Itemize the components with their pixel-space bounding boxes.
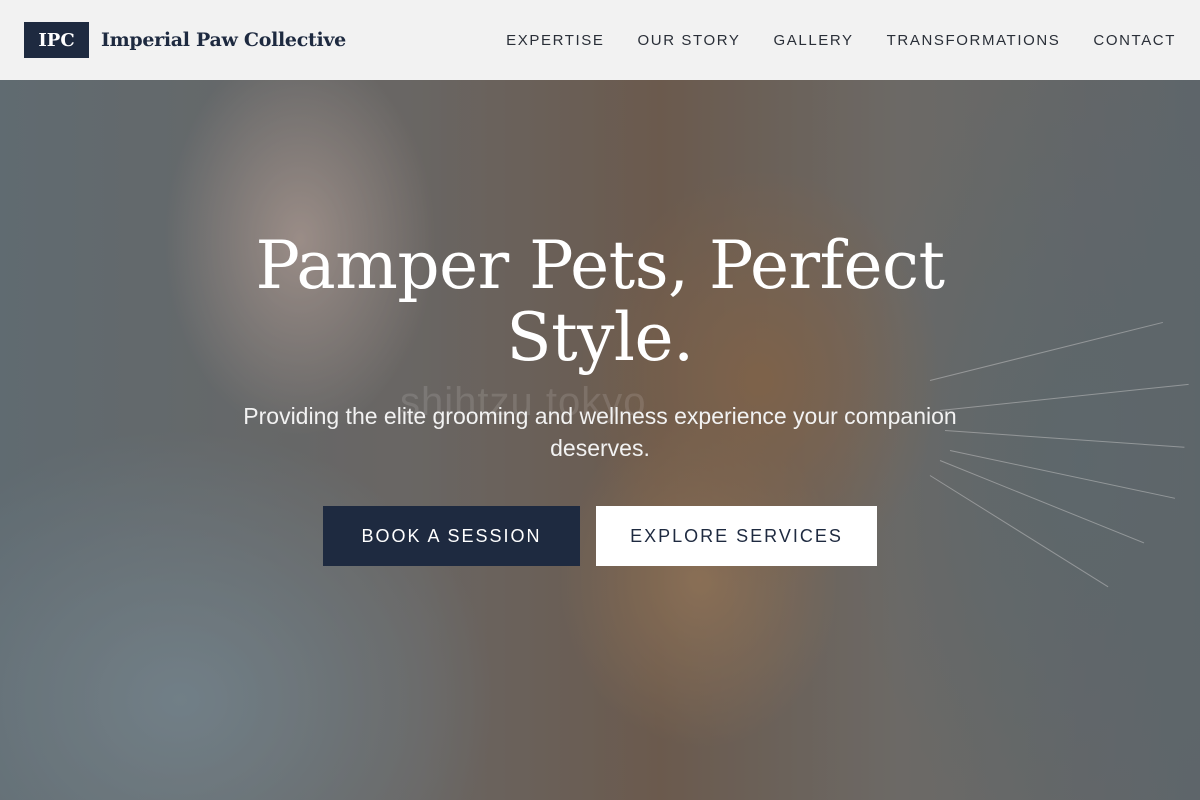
hero-content: Pamper Pets, Perfect Style. Providing th…: [0, 230, 1200, 566]
nav-link-our-story[interactable]: OUR STORY: [638, 32, 741, 49]
hero-actions: BOOK A SESSION EXPLORE SERVICES: [0, 506, 1200, 566]
hero-subtitle: Providing the elite grooming and wellnes…: [243, 403, 957, 461]
brand-logo[interactable]: IPC: [24, 22, 89, 58]
nav-link-contact[interactable]: CONTACT: [1093, 32, 1176, 49]
nav-link-gallery[interactable]: GALLERY: [774, 32, 854, 49]
nav-link-expertise[interactable]: EXPERTISE: [506, 32, 604, 49]
explore-services-button[interactable]: EXPLORE SERVICES: [596, 506, 877, 566]
site-header: IPC Imperial Paw Collective EXPERTISE OU…: [0, 0, 1200, 80]
nav-link-transformations[interactable]: TRANSFORMATIONS: [887, 32, 1061, 49]
book-session-button[interactable]: BOOK A SESSION: [323, 506, 580, 566]
brand-name[interactable]: Imperial Paw Collective: [101, 29, 346, 51]
hero-title: Pamper Pets, Perfect Style.: [255, 227, 945, 376]
brand[interactable]: IPC Imperial Paw Collective: [24, 22, 346, 58]
page: shihtzu tokyo IPC Imperial Paw Collectiv…: [0, 0, 1200, 800]
main-nav: EXPERTISE OUR STORY GALLERY TRANSFORMATI…: [506, 32, 1176, 49]
